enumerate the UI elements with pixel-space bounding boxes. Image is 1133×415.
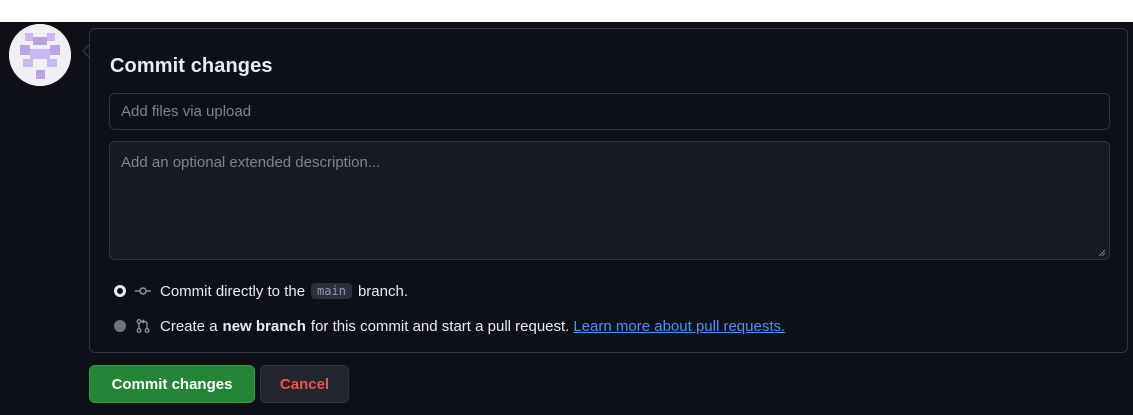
new-branch-text-before: Create a (160, 317, 218, 335)
learn-more-pull-requests-link[interactable]: Learn more about pull requests. (573, 318, 785, 335)
resize-handle-icon[interactable] (1098, 249, 1106, 257)
avatar[interactable] (9, 24, 71, 86)
new-branch-text-after: for this commit and start a pull request… (310, 317, 570, 335)
commit-summary-input[interactable] (109, 93, 1110, 130)
top-strip (0, 0, 1133, 22)
git-commit-icon (135, 283, 151, 299)
commit-changes-button[interactable]: Commit changes (89, 365, 255, 403)
new-branch-bold-text: new branch (222, 317, 306, 335)
commit-description-textarea[interactable] (109, 141, 1110, 260)
identicon-icon (9, 24, 71, 86)
panel-title: Commit changes (110, 55, 273, 77)
commit-direct-text-after: branch. (357, 282, 408, 300)
commit-panel: Commit changes Commit directly to the ma… (89, 28, 1128, 353)
branch-name-chip: main (311, 283, 352, 299)
git-pull-request-icon (135, 318, 151, 334)
cancel-button[interactable]: Cancel (260, 365, 349, 403)
new-branch-option[interactable]: Create a new branch for this commit and … (114, 315, 785, 337)
new-branch-radio[interactable] (114, 320, 126, 332)
commit-direct-radio[interactable] (114, 285, 126, 297)
commit-direct-option[interactable]: Commit directly to the main branch. (114, 280, 408, 302)
commit-direct-text-before: Commit directly to the (160, 282, 306, 300)
